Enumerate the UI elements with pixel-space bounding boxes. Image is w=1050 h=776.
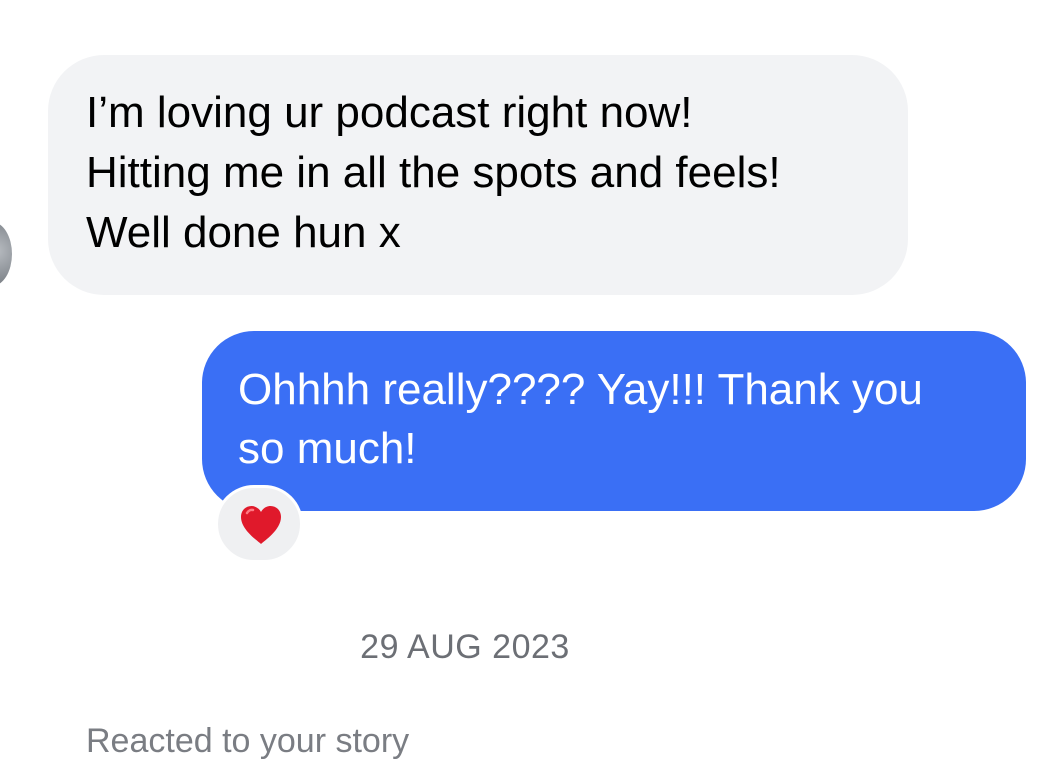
date-separator: 29 AUG 2023 (360, 628, 570, 666)
incoming-message-bubble[interactable]: I’m loving ur podcast right now! Hitting… (48, 55, 908, 295)
red-heart-icon (241, 506, 281, 544)
message-reaction-badge[interactable] (215, 485, 303, 563)
sender-avatar[interactable] (0, 222, 12, 286)
chat-thread: I’m loving ur podcast right now! Hitting… (0, 0, 1050, 776)
story-reaction-note: Reacted to your story (86, 722, 410, 760)
outgoing-message-bubble[interactable]: Ohhhh really???? Yay!!! Thank you so muc… (202, 331, 1026, 511)
